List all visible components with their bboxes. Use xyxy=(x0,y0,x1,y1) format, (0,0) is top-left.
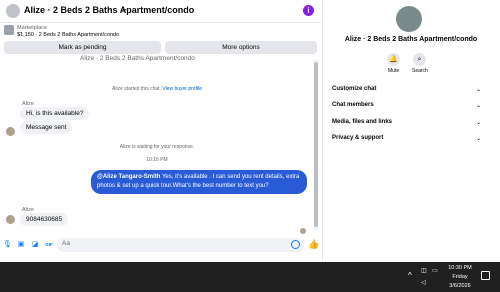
section-customize-chat[interactable]: Customize chat xyxy=(332,86,376,92)
chevron-down-icon[interactable]: ⌄ xyxy=(121,4,128,13)
header-avatar[interactable] xyxy=(6,4,20,18)
mention[interactable]: @Alize Tangaro-Smith xyxy=(97,174,160,180)
incoming-message[interactable]: Message sent xyxy=(20,121,73,134)
gif-icon[interactable]: GIF xyxy=(45,240,53,249)
clock-time[interactable]: 10:30 PM xyxy=(445,265,475,271)
chat-started-notice: Alize started this chat. View buyer prof… xyxy=(0,86,314,92)
message-timestamp: 10:15 PM xyxy=(146,157,168,163)
microphone-icon[interactable]: 🎙 xyxy=(3,240,12,249)
more-icon[interactable]: i xyxy=(303,5,314,16)
seen-avatar xyxy=(300,228,306,234)
more-options-button[interactable]: More options xyxy=(165,41,317,54)
avatar xyxy=(6,215,15,224)
message-input-placeholder: Aa xyxy=(62,240,70,247)
chevron-down-icon[interactable]: ⌄ xyxy=(476,135,481,142)
section-media-files-links[interactable]: Media, files and links xyxy=(332,119,392,125)
section-privacy-support[interactable]: Privacy & support xyxy=(332,135,383,141)
message-input[interactable] xyxy=(57,238,304,252)
emoji-icon[interactable] xyxy=(291,240,300,249)
sticker-icon[interactable]: ◪ xyxy=(31,240,39,249)
chat-started-text: Alize started this chat. xyxy=(112,86,161,92)
notification-icon[interactable] xyxy=(481,271,490,280)
incoming-message[interactable]: Hi, is this available? xyxy=(20,107,90,120)
battery-icon[interactable]: ▭ xyxy=(432,267,438,274)
search-label: Search xyxy=(412,68,428,74)
chevron-down-icon[interactable]: ⌄ xyxy=(476,102,481,109)
listing-label: Marketplace xyxy=(17,25,47,31)
outgoing-message[interactable]: @Alize Tangaro-Smith Yes, it's available… xyxy=(91,170,307,194)
mark-as-pending-button[interactable]: Mark as pending xyxy=(4,41,161,54)
clock-day[interactable]: Friday xyxy=(445,274,475,280)
listing-info: $1,150 · 2 Beds 2 Baths Apartment/condo xyxy=(17,32,120,38)
waiting-notice: Alize is waiting for your response. xyxy=(119,144,195,150)
section-chat-members[interactable]: Chat members xyxy=(332,102,374,108)
avatar xyxy=(6,127,15,136)
mute-label: Mute xyxy=(388,68,400,74)
search-icon[interactable]: ⌕ xyxy=(413,53,426,66)
chat-title[interactable]: Alize · 2 Beds 2 Baths Apartment/condo xyxy=(24,5,194,15)
view-buyer-profile-link[interactable]: View buyer profile xyxy=(162,86,202,92)
conversation-title: Alize · 2 Beds 2 Baths Apartment/condo xyxy=(80,55,195,62)
clock-date[interactable]: 3/6/2026 xyxy=(445,283,475,289)
chevron-up-icon[interactable]: ^ xyxy=(408,271,412,280)
image-icon[interactable]: ▣ xyxy=(17,240,25,249)
info-title: Alize · 2 Beds 2 Baths Apartment/condo xyxy=(344,36,478,43)
listing-photo[interactable] xyxy=(396,6,422,32)
thumbs-up-icon[interactable]: 👍 xyxy=(308,239,319,250)
volume-icon[interactable]: ◁ xyxy=(421,279,426,286)
listing-thumbnail xyxy=(4,25,14,35)
incoming-message[interactable]: 9084630685 xyxy=(20,213,69,226)
chevron-down-icon[interactable]: ⌄ xyxy=(476,86,481,93)
chevron-down-icon[interactable]: ⌄ xyxy=(476,119,481,126)
scrollbar-thumb[interactable] xyxy=(314,62,318,227)
network-icon[interactable]: ◫ xyxy=(421,267,427,274)
bell-icon[interactable]: 🔔 xyxy=(387,53,400,66)
